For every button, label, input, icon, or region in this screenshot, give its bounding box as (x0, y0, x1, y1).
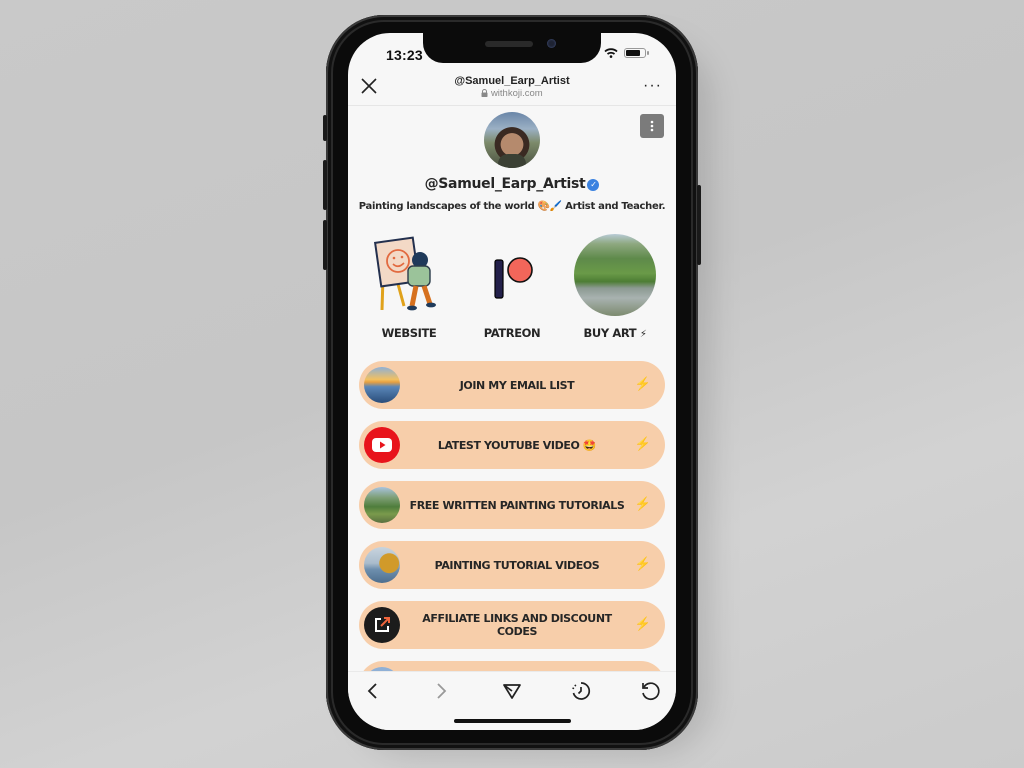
more-horizontal-icon[interactable]: ··· (643, 77, 662, 95)
featured-buy-art[interactable]: BUY ART ⚡ (570, 234, 660, 340)
link-label: PAINTING TUTORIAL VIDEOS (434, 558, 600, 572)
ocean-sunset-thumb (364, 367, 400, 403)
bolt-icon: ⚡ (639, 329, 647, 340)
bolt-icon: ⚡ (634, 616, 651, 631)
autumn-tree-thumb (364, 547, 400, 583)
browser-title: @Samuel_Earp_Artist (454, 75, 570, 87)
profile-bio: Painting landscapes of the world 🎨🖌️ Art… (358, 201, 666, 212)
featured-links: WEBSITE PATREON BUY ART ⚡ (348, 234, 676, 344)
link-email-list[interactable]: JOIN MY EMAIL LIST ⚡ (359, 361, 665, 409)
profile-username: @Samuel_Earp_Artist (424, 176, 586, 192)
youtube-icon (364, 427, 400, 463)
status-time: 13:23 (386, 47, 423, 63)
bolt-icon: ⚡ (634, 556, 651, 571)
featured-label: BUY ART ⚡ (570, 326, 660, 340)
external-link-icon (364, 607, 400, 643)
link-label: LATEST YOUTUBE VIDEO 🤩 (437, 438, 597, 452)
verified-badge-icon: ✓ (587, 179, 600, 191)
forward-icon[interactable] (430, 680, 452, 702)
link-tutorial-videos[interactable]: PAINTING TUTORIAL VIDEOS ⚡ (359, 541, 665, 589)
featured-label: PATREON (483, 326, 541, 340)
profile-name-row: @Samuel_Earp_Artist ✓ (348, 176, 676, 192)
featured-label-text: BUY ART (583, 326, 637, 340)
battery-icon (624, 48, 649, 58)
power-button (697, 185, 701, 265)
volume-up-button (323, 160, 327, 210)
river-landscape-photo (574, 234, 656, 316)
kebab-menu-button[interactable] (640, 114, 664, 138)
featured-label: WEBSITE (381, 326, 437, 340)
green-landscape-thumb (364, 487, 400, 523)
featured-website[interactable]: WEBSITE (364, 234, 454, 340)
link-list: JOIN MY EMAIL LIST ⚡ LATEST YOUTUBE VIDE… (359, 361, 665, 671)
silent-switch (323, 115, 327, 141)
lock-icon (481, 89, 488, 97)
link-label: FREE WRITTEN PAINTING TUTORIALS (409, 498, 625, 512)
link-partial[interactable] (359, 661, 665, 671)
status-icons (604, 48, 649, 58)
browser-header: @Samuel_Earp_Artist withkoji.com ··· (348, 71, 676, 106)
browser-domain: withkoji.com (408, 88, 616, 99)
avatar[interactable] (484, 112, 540, 168)
domain-text: withkoji.com (490, 88, 543, 99)
history-icon[interactable] (570, 680, 592, 702)
share-icon[interactable] (501, 680, 523, 702)
bolt-icon: ⚡ (634, 496, 651, 511)
more-vertical-icon (650, 120, 654, 132)
link-label: JOIN MY EMAIL LIST (459, 378, 575, 392)
link-youtube[interactable]: LATEST YOUTUBE VIDEO 🤩 ⚡ (359, 421, 665, 469)
bolt-icon: ⚡ (634, 436, 651, 451)
link-written-tutorials[interactable]: FREE WRITTEN PAINTING TUTORIALS ⚡ (359, 481, 665, 529)
notch (423, 33, 601, 63)
browser-title-block: @Samuel_Earp_Artist withkoji.com (408, 75, 616, 99)
close-icon[interactable] (358, 75, 380, 97)
link-affiliate[interactable]: AFFILIATE LINKS AND DISCOUNT CODES ⚡ (359, 601, 665, 649)
bolt-icon: ⚡ (634, 376, 651, 391)
phone-screen: 13:23 @Samuel_Earp_Artist withkoji.com ·… (348, 33, 676, 730)
patreon-logo-icon (471, 234, 553, 316)
wifi-icon (604, 48, 618, 58)
page-content: @Samuel_Earp_Artist ✓ Painting landscapes… (348, 106, 676, 671)
back-icon[interactable] (362, 680, 384, 702)
link-label: AFFILIATE LINKS AND DISCOUNT CODES (422, 612, 612, 638)
painter-illustration-icon (368, 234, 450, 316)
volume-down-button (323, 220, 327, 270)
speaker (485, 41, 533, 47)
browser-toolbar (348, 671, 676, 730)
home-indicator[interactable] (454, 719, 571, 723)
featured-patreon[interactable]: PATREON (467, 234, 557, 340)
front-camera (547, 39, 556, 48)
reload-icon[interactable] (639, 680, 661, 702)
